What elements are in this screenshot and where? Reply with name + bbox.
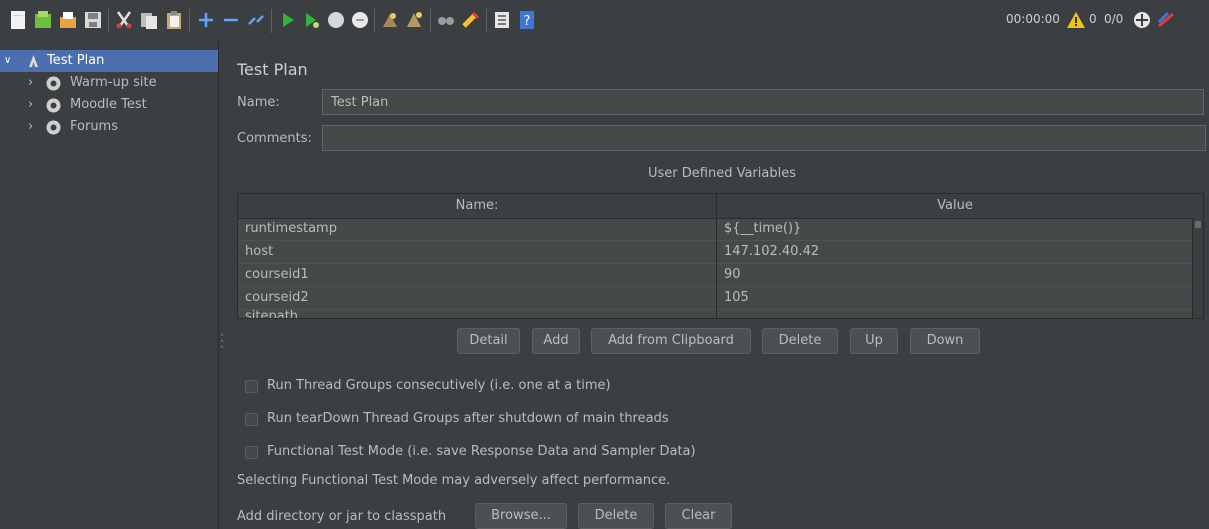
test-plan-icon — [29, 55, 38, 67]
test-plan-tree: ∨ Test Plan › Warm-up site › Moodle Test… — [0, 42, 218, 529]
teardown-label[interactable]: Run tearDown Thread Groups after shutdow… — [267, 411, 669, 426]
variable-name-cell[interactable]: sitepath — [238, 306, 298, 318]
functional-mode-note: Selecting Functional Test Mode may adver… — [237, 473, 671, 488]
table-row[interactable]: sitepath — [238, 309, 1203, 318]
active-threads: 0/0 — [1104, 12, 1124, 26]
browse-button[interactable]: Browse... — [475, 503, 567, 529]
delete-classpath-button[interactable]: Delete — [578, 503, 654, 529]
function-helper-icon[interactable] — [492, 10, 512, 30]
help-icon[interactable]: ? — [517, 10, 537, 30]
variable-value-cell[interactable]: 147.102.40.42 — [717, 241, 819, 263]
table-row[interactable]: courseid2 105 — [238, 287, 1203, 310]
chevron-down-icon[interactable]: ∨ — [4, 50, 11, 72]
consecutive-label[interactable]: Run Thread Groups consecutively (i.e. on… — [267, 378, 611, 393]
thread-group-gear-icon — [46, 76, 61, 91]
down-button[interactable]: Down — [910, 328, 980, 354]
variable-name-cell[interactable]: host — [238, 241, 273, 263]
variable-value-cell[interactable]: 90 — [717, 264, 741, 286]
start-no-pauses-icon[interactable] — [302, 10, 322, 30]
thread-group-gear-icon — [46, 98, 61, 113]
toolbar-separator — [189, 9, 190, 33]
stop-icon[interactable] — [326, 10, 346, 30]
variable-value-cell[interactable]: ${__time()} — [717, 218, 801, 240]
teardown-checkbox[interactable] — [245, 413, 258, 426]
reset-search-icon[interactable] — [461, 10, 481, 30]
copy-icon[interactable] — [139, 10, 159, 30]
open-icon[interactable] — [58, 10, 78, 30]
consecutive-checkbox[interactable] — [245, 380, 258, 393]
thread-group-gear-icon — [46, 120, 61, 135]
add-button[interactable]: Add — [532, 328, 580, 354]
tree-item-label: Warm-up site — [70, 75, 157, 90]
column-header-value[interactable]: Value — [717, 194, 1193, 218]
expand-icon[interactable] — [196, 10, 216, 30]
table-row[interactable]: runtimestamp ${__time()} — [238, 218, 1203, 241]
functional-mode-checkbox[interactable] — [245, 446, 258, 459]
save-icon[interactable] — [83, 10, 103, 30]
variable-name-cell[interactable]: courseid1 — [238, 264, 309, 286]
chevron-right-icon[interactable]: › — [28, 72, 33, 94]
warning-count: 0 — [1089, 12, 1097, 26]
new-icon[interactable] — [8, 10, 28, 30]
tree-item-label: Moodle Test — [70, 97, 147, 112]
collapse-icon[interactable] — [221, 10, 241, 30]
warning-icon[interactable] — [1066, 10, 1086, 30]
toolbar-separator — [430, 9, 431, 33]
detail-button[interactable]: Detail — [457, 328, 520, 354]
clear-all-icon[interactable] — [405, 10, 425, 30]
toggle-icon[interactable] — [246, 10, 266, 30]
svg-text:?: ? — [524, 14, 531, 29]
classpath-label: Add directory or jar to classpath — [237, 509, 447, 524]
functional-mode-label[interactable]: Functional Test Mode (i.e. save Response… — [267, 444, 696, 459]
toolbar: ? 00:00:00 0 0/0 — [0, 0, 1209, 42]
chevron-right-icon[interactable]: › — [28, 116, 33, 138]
comments-label: Comments: — [237, 131, 312, 146]
elapsed-time: 00:00:00 — [1006, 12, 1060, 26]
delete-variable-button[interactable]: Delete — [762, 328, 838, 354]
scrollbar-thumb[interactable] — [1195, 221, 1201, 228]
column-divider[interactable] — [716, 194, 717, 318]
table-row[interactable]: host 147.102.40.42 — [238, 241, 1203, 264]
start-icon[interactable] — [278, 10, 298, 30]
clear-classpath-button[interactable]: Clear — [665, 503, 732, 529]
up-button[interactable]: Up — [850, 328, 898, 354]
table-scrollbar[interactable] — [1192, 218, 1203, 318]
tree-item-label: Test Plan — [47, 53, 105, 68]
toolbar-separator — [486, 9, 487, 33]
search-icon[interactable] — [436, 10, 456, 30]
test-plan-panel: Test Plan Name: Test Plan Comments: User… — [225, 42, 1209, 529]
toolbar-separator — [374, 9, 375, 33]
paste-icon[interactable] — [164, 10, 184, 30]
cut-icon[interactable] — [114, 10, 134, 30]
panel-title: Test Plan — [237, 60, 308, 79]
clear-icon[interactable] — [380, 10, 400, 30]
table-row[interactable]: courseid1 90 — [238, 264, 1203, 287]
remote-icon[interactable] — [1132, 10, 1152, 30]
user-defined-variables-title: User Defined Variables — [648, 166, 796, 181]
variables-table: Name: Value runtimestamp ${__time()} hos… — [237, 193, 1204, 319]
templates-icon[interactable] — [33, 10, 53, 30]
toolbar-separator — [108, 9, 109, 33]
name-label: Name: — [237, 95, 280, 110]
table-header: Name: Value — [238, 194, 1203, 219]
column-header-name[interactable]: Name: — [238, 194, 716, 218]
add-from-clipboard-button[interactable]: Add from Clipboard — [591, 328, 751, 354]
shutdown-icon[interactable] — [350, 10, 370, 30]
variable-name-cell[interactable]: runtimestamp — [238, 218, 337, 240]
comments-input[interactable] — [322, 125, 1206, 151]
variable-value-cell[interactable]: 105 — [717, 287, 749, 309]
split-pane-divider[interactable]: · · · — [218, 42, 225, 529]
chevron-right-icon[interactable]: › — [28, 94, 33, 116]
name-input[interactable]: Test Plan — [322, 89, 1204, 115]
tree-item-test-plan[interactable]: ∨ Test Plan — [0, 50, 218, 72]
tree-item-label: Forums — [70, 119, 118, 134]
toolbar-separator — [271, 9, 272, 33]
log-viewer-icon[interactable] — [1156, 10, 1176, 30]
